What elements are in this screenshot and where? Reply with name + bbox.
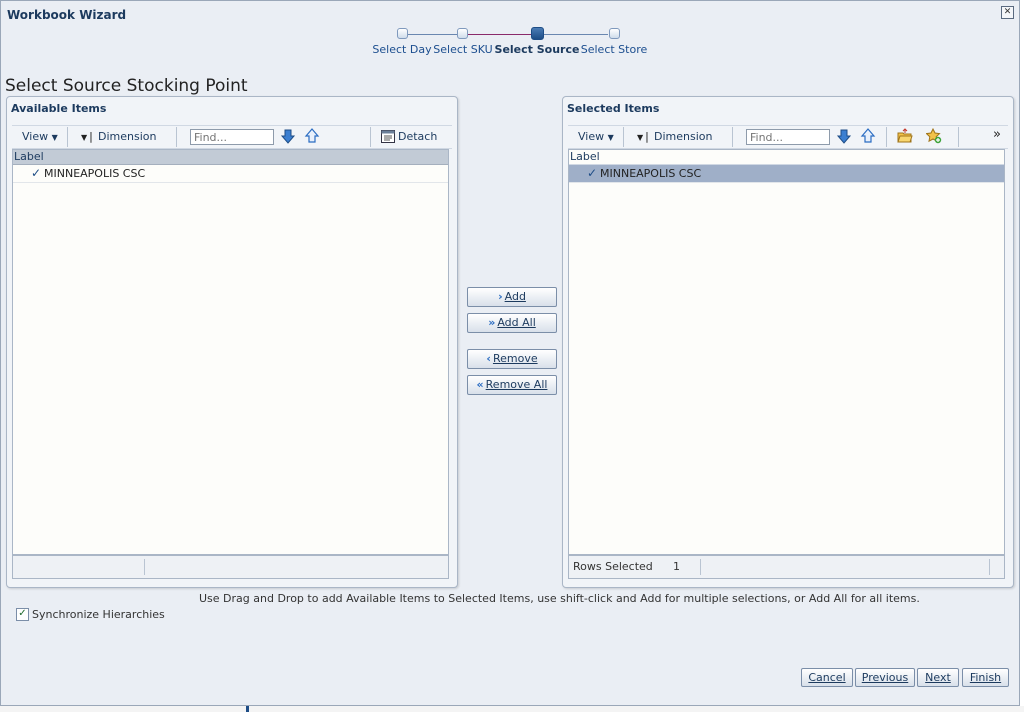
toolbar-separator xyxy=(886,127,887,147)
footer-separator xyxy=(700,559,701,575)
detach-label[interactable]: Detach xyxy=(398,130,437,143)
row-label: MINNEAPOLIS CSC xyxy=(44,167,146,180)
selected-toolbar: View ▼ ▼| Dimension » xyxy=(568,125,1008,149)
bottom-strip xyxy=(0,706,1024,712)
train-stop-select-source[interactable] xyxy=(531,27,544,40)
available-footer xyxy=(12,555,449,579)
find-previous-arrow-up-icon[interactable] xyxy=(860,128,876,144)
find-previous-arrow-up-icon[interactable] xyxy=(304,128,320,144)
checkmark-icon: ✓ xyxy=(587,166,598,180)
rows-selected-label: Rows Selected xyxy=(573,560,653,573)
view-menu[interactable]: View ▼ xyxy=(22,130,58,143)
find-next-arrow-down-icon[interactable] xyxy=(836,128,852,144)
detach-icon[interactable] xyxy=(380,128,396,144)
table-row[interactable]: ✓ MINNEAPOLIS CSC xyxy=(13,165,448,183)
folder-open-icon[interactable] xyxy=(897,128,913,144)
remove-all-button[interactable]: «Remove All xyxy=(467,375,557,395)
selected-items-title: Selected Items xyxy=(567,102,660,115)
synchronize-hierarchies-label[interactable]: Synchronize Hierarchies xyxy=(32,608,165,621)
available-column-header: Label xyxy=(13,150,448,165)
train-label-select-source: Select Source xyxy=(494,43,580,56)
train-stop-select-day[interactable] xyxy=(397,28,408,39)
workbook-wizard-dialog: Workbook Wizard ✕ Select Day Select SKU … xyxy=(0,0,1020,706)
chevron-down-icon: ▼ xyxy=(607,133,614,142)
selected-find-input[interactable] xyxy=(746,129,830,145)
chevron-left-icon: ‹ xyxy=(486,352,491,365)
page-title: Select Source Stocking Point xyxy=(5,76,248,96)
checkbox-checked-icon[interactable]: ✓ xyxy=(16,608,29,621)
rows-selected-count: 1 xyxy=(673,560,680,573)
add-all-button[interactable]: » Add All xyxy=(467,313,557,333)
available-items-title: Available Items xyxy=(11,102,107,115)
selected-column-header: Label xyxy=(569,150,1004,165)
selected-footer: Rows Selected 1 xyxy=(568,555,1005,579)
checkmark-icon: ✓ xyxy=(31,166,42,180)
dimension-dropdown-icon[interactable]: ▼ | xyxy=(81,130,93,143)
chevron-down-icon: ▼ xyxy=(51,133,58,142)
toolbar-separator xyxy=(370,127,371,147)
toolbar-separator xyxy=(623,127,624,147)
double-chevron-right-icon: » xyxy=(488,316,496,329)
chevron-right-icon: › xyxy=(498,290,503,303)
train-stop-select-store[interactable] xyxy=(609,28,620,39)
train-stop-select-sku[interactable] xyxy=(457,28,468,39)
toolbar-separator xyxy=(958,127,959,147)
view-menu[interactable]: View ▼ xyxy=(578,130,614,143)
remove-button[interactable]: ‹ Remove xyxy=(467,349,557,369)
view-label: View xyxy=(578,130,605,143)
view-label: View xyxy=(22,130,49,143)
double-chevron-left-icon: « xyxy=(476,378,484,391)
train-label-select-sku[interactable]: Select SKU xyxy=(433,43,492,56)
toolbar-separator xyxy=(732,127,733,147)
table-row[interactable]: ✓ MINNEAPOLIS CSC xyxy=(569,165,1004,183)
finish-button[interactable]: Finish xyxy=(962,668,1009,687)
add-button[interactable]: › Add xyxy=(467,287,557,307)
previous-button[interactable]: Previous xyxy=(855,668,915,687)
train-connector xyxy=(542,34,608,35)
dimension-dropdown-icon[interactable]: ▼ | xyxy=(637,130,649,143)
footer-separator xyxy=(989,559,990,575)
train-label-select-store[interactable]: Select Store xyxy=(581,43,648,56)
toolbar-separator xyxy=(67,127,68,147)
cancel-button[interactable]: Cancel xyxy=(801,668,853,687)
favorite-star-add-icon[interactable] xyxy=(926,128,942,144)
dimension-label[interactable]: Dimension xyxy=(654,130,712,143)
dimension-label[interactable]: Dimension xyxy=(98,130,156,143)
available-items-panel: Available Items View ▼ ▼| Dimension Deta… xyxy=(6,96,458,588)
dialog-title: Workbook Wizard xyxy=(7,8,127,22)
overflow-chevron-icon[interactable]: » xyxy=(993,127,1001,142)
selected-items-panel: Selected Items View ▼ ▼| Dimension » Lab… xyxy=(562,96,1014,588)
selected-items-table: Label ✓ MINNEAPOLIS CSC xyxy=(568,149,1005,555)
toolbar-separator xyxy=(176,127,177,147)
train-connector xyxy=(468,34,534,35)
instructions-text: Use Drag and Drop to add Available Items… xyxy=(199,592,920,605)
bottom-marker xyxy=(246,706,249,712)
row-label: MINNEAPOLIS CSC xyxy=(600,167,702,180)
available-items-table: Label ✓ MINNEAPOLIS CSC xyxy=(12,149,449,555)
find-next-arrow-down-icon[interactable] xyxy=(280,128,296,144)
train-label-select-day[interactable]: Select Day xyxy=(372,43,431,56)
available-toolbar: View ▼ ▼| Dimension Detach xyxy=(12,125,452,149)
train-connector xyxy=(408,34,462,35)
wizard-train: Select Day Select SKU Select Source Sele… xyxy=(371,27,661,61)
next-button[interactable]: Next xyxy=(917,668,959,687)
available-find-input[interactable] xyxy=(190,129,274,145)
close-icon[interactable]: ✕ xyxy=(1001,6,1014,19)
footer-separator xyxy=(144,559,145,575)
